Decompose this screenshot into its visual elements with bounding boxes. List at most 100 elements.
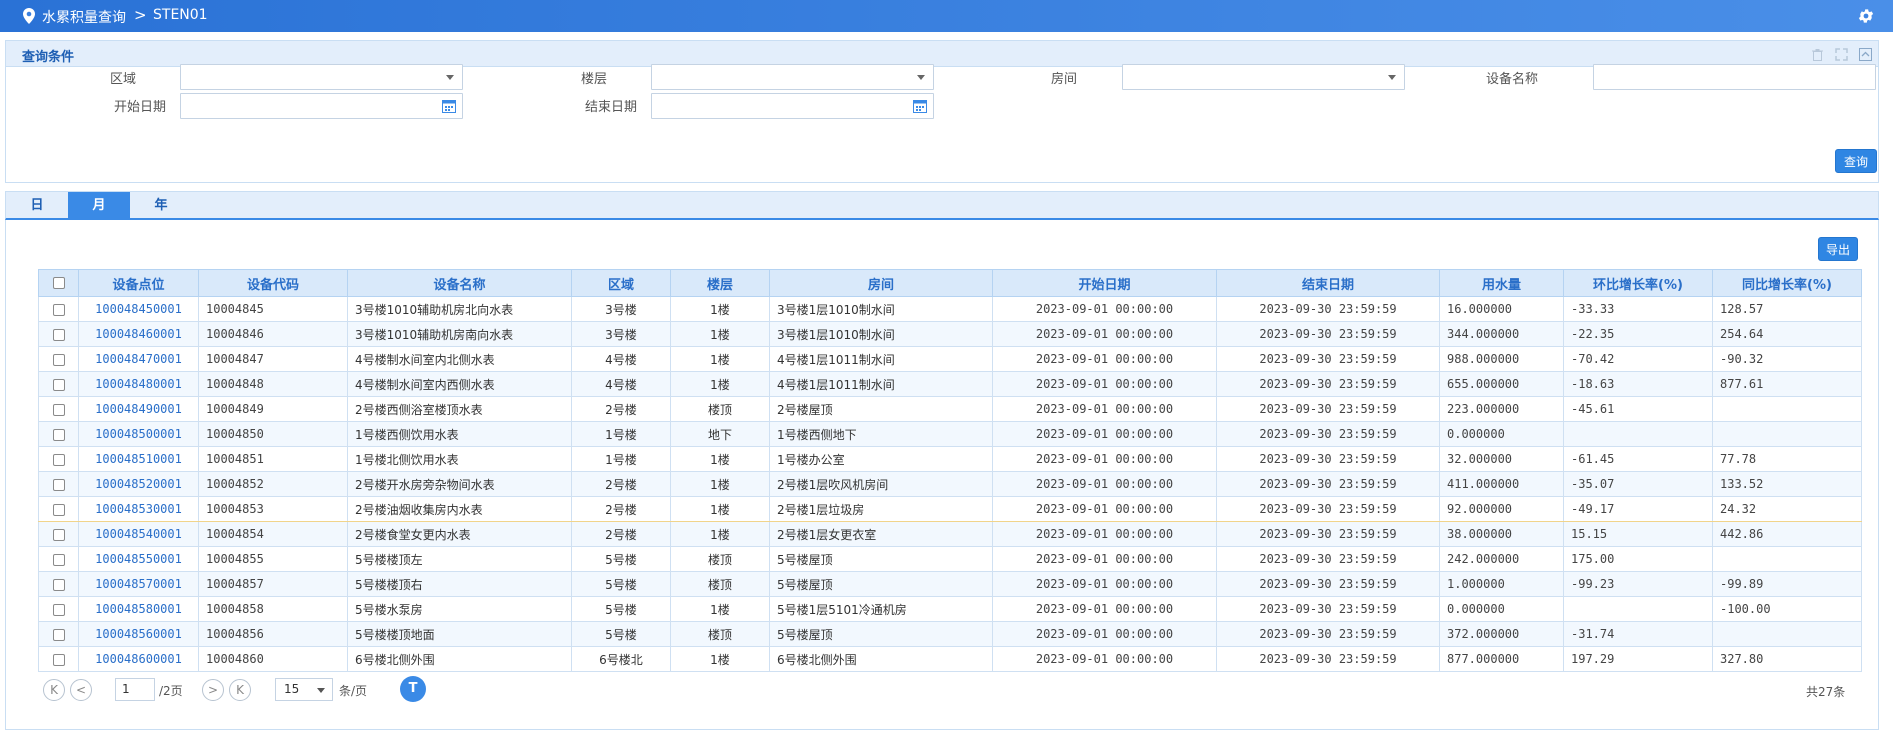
row-checkbox-cell[interactable] bbox=[38, 396, 79, 422]
first-page-button[interactable]: K bbox=[43, 679, 65, 701]
row-checkbox[interactable] bbox=[52, 403, 65, 416]
export-button[interactable]: 导出 bbox=[1818, 237, 1858, 261]
tab-month[interactable]: 月 bbox=[68, 192, 130, 219]
row-checkbox[interactable] bbox=[52, 503, 65, 516]
device-point-link[interactable]: 100048540001 bbox=[78, 521, 199, 547]
table-row[interactable]: 100048450001 10004845 3号楼1010辅助机房北向水表 3号楼 1楼… bbox=[38, 296, 1862, 322]
table-row[interactable]: 100048560001 10004856 5号楼楼顶地面 5号楼 楼顶 5号楼屋顶 202… bbox=[38, 621, 1862, 647]
column-header[interactable]: 环比增长率(%) bbox=[1563, 269, 1713, 297]
row-checkbox-cell[interactable] bbox=[38, 596, 79, 622]
row-checkbox[interactable] bbox=[52, 453, 65, 466]
device-point-link[interactable]: 100048580001 bbox=[78, 596, 199, 622]
table-row[interactable]: 100048460001 10004846 3号楼1010辅助机房南向水表 3号楼 1楼… bbox=[38, 321, 1862, 347]
gear-icon[interactable] bbox=[1857, 7, 1875, 25]
collapse-panel-icon[interactable] bbox=[1859, 48, 1872, 61]
column-header[interactable]: 开始日期 bbox=[992, 269, 1217, 297]
row-checkbox-cell[interactable] bbox=[38, 521, 79, 547]
row-checkbox[interactable] bbox=[52, 553, 65, 566]
device-point-link[interactable]: 100048550001 bbox=[78, 546, 199, 572]
table-row[interactable]: 100048480001 10004848 4号楼制水间室内西侧水表 4号楼 1楼 4号楼… bbox=[38, 371, 1862, 397]
row-checkbox[interactable] bbox=[52, 653, 65, 666]
row-checkbox-cell[interactable] bbox=[38, 471, 79, 497]
row-checkbox-cell[interactable] bbox=[38, 546, 79, 572]
table-cell: 2023-09-01 00:00:00 bbox=[992, 521, 1217, 547]
table-row[interactable]: 100048580001 10004858 5号楼水泵房 5号楼 1楼 5号楼1层5101… bbox=[38, 596, 1862, 622]
row-checkbox[interactable] bbox=[52, 353, 65, 366]
calendar-icon[interactable] bbox=[442, 99, 456, 113]
next-page-button[interactable]: > bbox=[202, 679, 224, 701]
row-checkbox[interactable] bbox=[52, 528, 65, 541]
end-date-input[interactable] bbox=[651, 93, 934, 119]
table-row[interactable]: 100048530001 10004853 2号楼油烟收集房内水表 2号楼 1楼 2号楼1… bbox=[38, 496, 1862, 522]
row-checkbox[interactable] bbox=[52, 378, 65, 391]
table-row[interactable]: 100048570001 10004857 5号楼楼顶右 5号楼 楼顶 5号楼屋顶 2023… bbox=[38, 571, 1862, 597]
row-checkbox[interactable] bbox=[52, 428, 65, 441]
expand-icon[interactable] bbox=[1835, 48, 1848, 61]
row-checkbox[interactable] bbox=[52, 303, 65, 316]
query-button[interactable]: 查询 bbox=[1835, 149, 1877, 173]
device-point-link[interactable]: 100048480001 bbox=[78, 371, 199, 397]
column-header[interactable]: 区域 bbox=[571, 269, 671, 297]
start-date-input[interactable] bbox=[180, 93, 463, 119]
select-all-checkbox[interactable] bbox=[52, 277, 65, 289]
row-checkbox-cell[interactable] bbox=[38, 296, 79, 322]
column-header[interactable]: 结束日期 bbox=[1216, 269, 1440, 297]
prev-page-button[interactable]: < bbox=[70, 679, 92, 701]
row-checkbox-cell[interactable] bbox=[38, 621, 79, 647]
table-row[interactable]: 100048500001 10004850 1号楼西侧饮用水表 1号楼 地下 1号楼西侧地… bbox=[38, 421, 1862, 447]
row-checkbox-cell[interactable] bbox=[38, 346, 79, 372]
last-page-button[interactable]: K bbox=[229, 679, 251, 701]
column-header[interactable]: 设备名称 bbox=[347, 269, 572, 297]
column-header[interactable]: 用水量 bbox=[1439, 269, 1564, 297]
table-row[interactable]: 100048510001 10004851 1号楼北侧饮用水表 1号楼 1楼 1号楼办公室… bbox=[38, 446, 1862, 472]
room-select[interactable] bbox=[1122, 64, 1405, 90]
page-number-input[interactable]: 1 bbox=[115, 678, 155, 701]
device-point-link[interactable]: 100048450001 bbox=[78, 296, 199, 322]
device-point-link[interactable]: 100048470001 bbox=[78, 346, 199, 372]
row-checkbox[interactable] bbox=[52, 478, 65, 491]
select-all-checkbox-cell[interactable] bbox=[38, 269, 79, 297]
row-checkbox-cell[interactable] bbox=[38, 646, 79, 672]
row-checkbox-cell[interactable] bbox=[38, 446, 79, 472]
page-size-select[interactable]: 15 bbox=[275, 678, 333, 701]
column-header[interactable]: 楼层 bbox=[670, 269, 770, 297]
device-point-link[interactable]: 100048500001 bbox=[78, 421, 199, 447]
device-point-link[interactable]: 100048600001 bbox=[78, 646, 199, 672]
trash-icon[interactable] bbox=[1811, 48, 1824, 61]
table-cell: 2023-09-01 00:00:00 bbox=[992, 496, 1217, 522]
device-point-link[interactable]: 100048510001 bbox=[78, 446, 199, 472]
calendar-icon[interactable] bbox=[913, 99, 927, 113]
column-header[interactable]: 同比增长率(%) bbox=[1712, 269, 1862, 297]
row-checkbox[interactable] bbox=[52, 603, 65, 616]
device-point-link[interactable]: 100048570001 bbox=[78, 571, 199, 597]
device-name-input[interactable] bbox=[1593, 64, 1876, 90]
column-header[interactable]: 房间 bbox=[769, 269, 993, 297]
table-row[interactable]: 100048550001 10004855 5号楼楼顶左 5号楼 楼顶 5号楼屋顶 2023… bbox=[38, 546, 1862, 572]
row-checkbox-cell[interactable] bbox=[38, 496, 79, 522]
device-point-link[interactable]: 100048490001 bbox=[78, 396, 199, 422]
floor-select[interactable] bbox=[651, 64, 934, 90]
table-row[interactable]: 100048600001 10004860 6号楼北侧外围 6号楼北 1楼 6号楼北侧外围… bbox=[38, 646, 1862, 672]
device-point-link[interactable]: 100048460001 bbox=[78, 321, 199, 347]
region-select[interactable] bbox=[180, 64, 463, 90]
device-point-link[interactable]: 100048520001 bbox=[78, 471, 199, 497]
column-header[interactable]: 设备代码 bbox=[198, 269, 348, 297]
breadcrumb-module[interactable]: 水累积量查询 bbox=[42, 7, 126, 27]
tab-day[interactable]: 日 bbox=[6, 192, 68, 219]
tab-year[interactable]: 年 bbox=[130, 192, 192, 219]
column-header[interactable]: 设备点位 bbox=[78, 269, 199, 297]
row-checkbox[interactable] bbox=[52, 578, 65, 591]
row-checkbox-cell[interactable] bbox=[38, 371, 79, 397]
row-checkbox-cell[interactable] bbox=[38, 571, 79, 597]
refresh-button[interactable]: T bbox=[400, 676, 426, 702]
device-point-link[interactable]: 100048530001 bbox=[78, 496, 199, 522]
row-checkbox-cell[interactable] bbox=[38, 421, 79, 447]
row-checkbox-cell[interactable] bbox=[38, 321, 79, 347]
table-row[interactable]: 100048540001 10004854 2号楼食堂女更内水表 2号楼 1楼 2号楼1层… bbox=[38, 521, 1862, 547]
device-point-link[interactable]: 100048560001 bbox=[78, 621, 199, 647]
table-row[interactable]: 100048490001 10004849 2号楼西侧浴室楼顶水表 2号楼 楼顶 2号楼屋… bbox=[38, 396, 1862, 422]
table-row[interactable]: 100048470001 10004847 4号楼制水间室内北侧水表 4号楼 1楼 4号楼… bbox=[38, 346, 1862, 372]
row-checkbox[interactable] bbox=[52, 328, 65, 341]
table-row[interactable]: 100048520001 10004852 2号楼开水房旁杂物间水表 2号楼 1楼 2号楼… bbox=[38, 471, 1862, 497]
row-checkbox[interactable] bbox=[52, 628, 65, 641]
